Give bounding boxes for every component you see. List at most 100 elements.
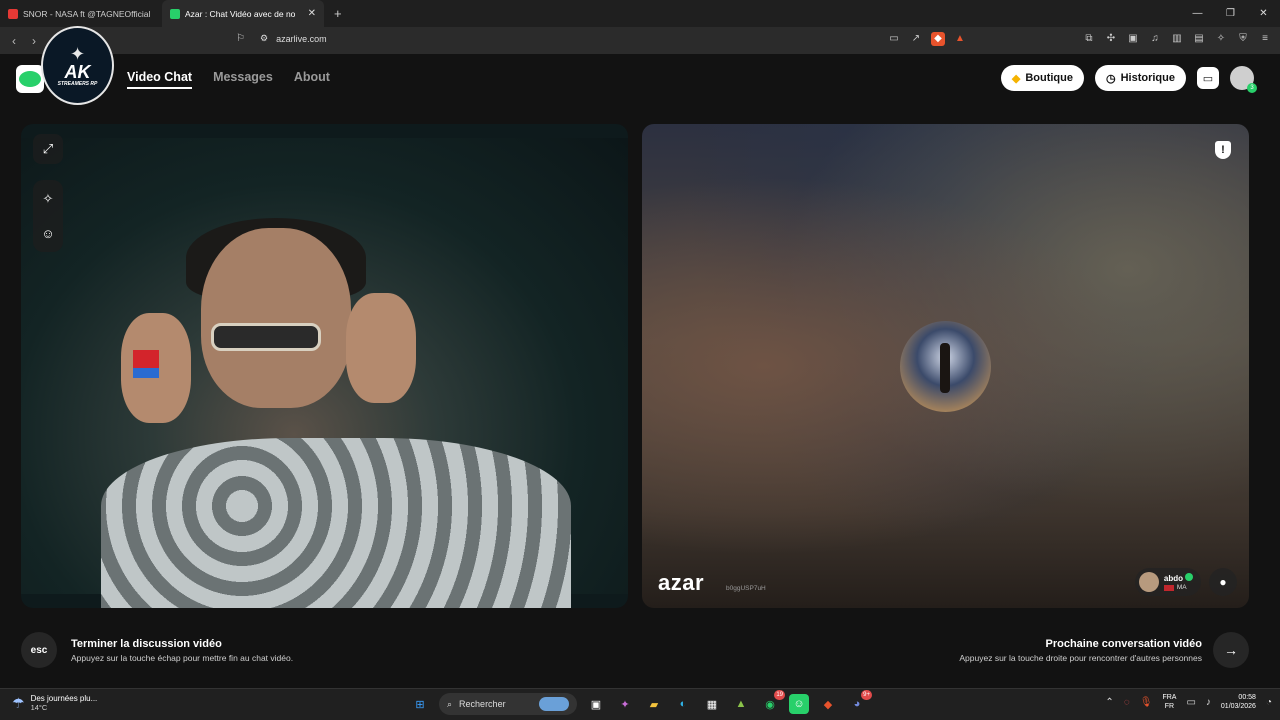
end-chat-hint: esc Terminer la discussion vidéo Appuyez… <box>21 632 293 668</box>
sidebar-icon[interactable]: ▥ <box>1170 32 1184 46</box>
edge-icon[interactable]: ◐ <box>673 694 693 714</box>
partner-name: abdo <box>1163 574 1183 583</box>
brave-icon[interactable]: ◆ <box>818 694 838 714</box>
network-icon[interactable]: ▭ <box>1186 697 1195 708</box>
url-field[interactable]: ⚙ azarlive.com <box>260 33 327 44</box>
taskbar-search[interactable]: ⌕ Rechercher <box>439 693 577 715</box>
browser-tab-music[interactable]: SNOR - NASA ft @TAGNEOfficial <box>0 0 162 27</box>
azar-favicon-icon <box>170 8 180 19</box>
clock[interactable]: 00:58 01/03/2026 <box>1221 693 1256 711</box>
rain-cloud-icon: ☂ <box>12 694 25 711</box>
report-button[interactable]: ! <box>1215 141 1231 159</box>
system-tray: ⌃ ◌ 🎙 FRA FR ▭ ♪ 00:58 01/03/2026 ◔ <box>1105 693 1272 711</box>
microphone-icon[interactable]: 🎙 <box>1140 697 1153 708</box>
expand-icon: ⤢ <box>42 141 54 156</box>
browser-tab-azar[interactable]: Azar : Chat Vidéo avec de no ✕ <box>162 0 324 27</box>
magic-wand-icon: ✧ <box>42 191 54 206</box>
nav-messages[interactable]: Messages <box>213 70 273 89</box>
minimize-button[interactable]: — <box>1181 0 1214 27</box>
brave-rewards-icon[interactable]: ▲ <box>953 32 967 46</box>
vpn-icon[interactable]: ⛨ <box>1236 32 1250 46</box>
end-chat-text: Terminer la discussion vidéo Appuyez sur… <box>71 638 293 663</box>
maximize-button[interactable]: ❐ <box>1214 0 1247 27</box>
discord-badge: 9+ <box>861 690 872 700</box>
boutique-button[interactable]: ◆ Boutique <box>1000 65 1084 91</box>
whatsapp-icon[interactable]: ◉ 19 <box>760 690 785 714</box>
streamer-overlay-logo: ✦ AK STREAMERS RP <box>41 26 114 105</box>
browser-tab-strip: SNOR - NASA ft @TAGNEOfficial Azar : Cha… <box>0 0 1280 27</box>
face-mask-icon: ☺ <box>41 225 55 241</box>
right-hand <box>346 293 416 403</box>
file-explorer-icon[interactable]: ▰ <box>644 694 664 714</box>
archive-icon: ▭ <box>1202 72 1214 85</box>
header-actions: ◆ Boutique ◷ Historique ▭ 3 <box>1000 65 1257 93</box>
azar-watermark: azar <box>658 570 705 595</box>
store-icon[interactable]: ▦ <box>702 694 722 714</box>
notification-bell-icon[interactable]: ◔ <box>1266 697 1272 708</box>
session-id: b0ggUSP7uH <box>726 585 766 592</box>
beauty-filter-button[interactable]: ✧ <box>33 184 63 214</box>
weather-widget[interactable]: ☂ Des journées plu... 14°C <box>12 694 97 712</box>
taskbar-apps: ⊞ ⌕ Rechercher ▣ ✦ ▰ ◐ ▦ ▲ ◉ 19 ☺ ◆ ◕ 9+ <box>410 690 872 715</box>
address-actions: ▭ ↗ ◆ ▲ <box>887 32 967 46</box>
historique-button[interactable]: ◷ Historique <box>1094 65 1186 91</box>
search-placeholder: Rechercher <box>459 699 506 709</box>
nav-about[interactable]: About <box>294 70 330 89</box>
azar-logo[interactable] <box>16 65 44 93</box>
brave-shields-icon[interactable]: ◆ <box>931 32 945 46</box>
search-highlight-image <box>539 697 569 711</box>
address-bar: ‹ › ⚐ ⚙ azarlive.com ▭ ↗ ◆ ▲ ⧉ ✣ ▣ ♫ ▥ ▤… <box>0 27 1280 54</box>
arrow-right-icon: → <box>1224 642 1238 658</box>
mask-effect-button[interactable]: ☺ <box>33 218 63 248</box>
next-button[interactable]: → <box>1213 632 1249 668</box>
whatsapp-badge: 19 <box>774 690 785 700</box>
partner-mini-avatar <box>1138 572 1159 592</box>
end-chat-desc: Appuyez sur la touche échap pour mettre … <box>71 652 294 663</box>
task-view-icon[interactable]: ▣ <box>586 694 606 714</box>
copilot-icon[interactable]: ✦ <box>615 694 635 714</box>
azar-logo-icon <box>19 71 41 87</box>
volume-icon[interactable]: ♪ <box>1206 697 1211 708</box>
partner-figure <box>940 343 950 393</box>
shield-alert-icon: ! <box>1221 144 1225 156</box>
close-tab-icon[interactable]: ✕ <box>308 8 316 19</box>
gem-icon: ◆ <box>1011 72 1021 85</box>
start-button[interactable]: ⊞ <box>410 694 430 714</box>
site-info-icon[interactable]: ⚙ <box>260 33 268 44</box>
extension-icon[interactable]: ⧉ <box>1082 32 1096 46</box>
forward-icon[interactable]: › <box>24 34 44 48</box>
profile-avatar[interactable]: 3 <box>1230 66 1257 93</box>
nav-video-chat[interactable]: Video Chat <box>127 70 193 89</box>
expand-button[interactable]: ⤢ <box>33 134 63 164</box>
share-icon[interactable]: ↗ <box>909 32 923 46</box>
screenshot-icon[interactable]: ▣ <box>1126 32 1140 46</box>
video-tools: ⤢ ✧ ☺ <box>33 134 63 252</box>
esc-button[interactable]: esc <box>21 632 57 668</box>
next-chat-text: Prochaine conversation vidéo Appuyez sur… <box>959 638 1202 663</box>
wallet-icon[interactable]: ▤ <box>1192 32 1206 46</box>
close-window-button[interactable]: ✕ <box>1247 0 1280 27</box>
my-video-panel: ⤢ ✧ ☺ <box>21 124 628 608</box>
language-indicator[interactable]: FRA FR <box>1162 693 1176 711</box>
inbox-button[interactable]: ▭ <box>1197 67 1219 89</box>
sync-icon[interactable]: ◌ <box>1124 697 1130 708</box>
new-tab-button[interactable]: + <box>324 6 352 21</box>
discord-icon[interactable]: ◕ 9+ <box>847 690 872 714</box>
back-icon[interactable]: ‹ <box>4 34 24 48</box>
music-icon[interactable]: ♫ <box>1148 32 1162 46</box>
cast-icon[interactable]: ▭ <box>887 32 901 46</box>
bluestacks-icon[interactable]: ▲ <box>731 694 751 714</box>
chat-button[interactable]: ● <box>1209 568 1237 596</box>
leo-icon[interactable]: ✧ <box>1214 32 1228 46</box>
chevron-up-icon[interactable]: ⌃ <box>1105 697 1113 708</box>
clock-time: 00:58 <box>1238 694 1256 701</box>
bookmark-icon[interactable]: ⚐ <box>236 33 245 44</box>
my-camera-feed <box>21 138 628 608</box>
puzzle-icon[interactable]: ✣ <box>1104 32 1118 46</box>
youtube-icon <box>8 8 18 19</box>
weather-forecast: Des journées plu... <box>30 694 98 703</box>
azar-app-icon[interactable]: ☺ <box>789 694 809 714</box>
language-bottom: FR <box>1164 703 1175 710</box>
partner-info-chip[interactable]: abdo MA <box>1134 568 1201 596</box>
menu-icon[interactable]: ≡ <box>1258 32 1272 46</box>
